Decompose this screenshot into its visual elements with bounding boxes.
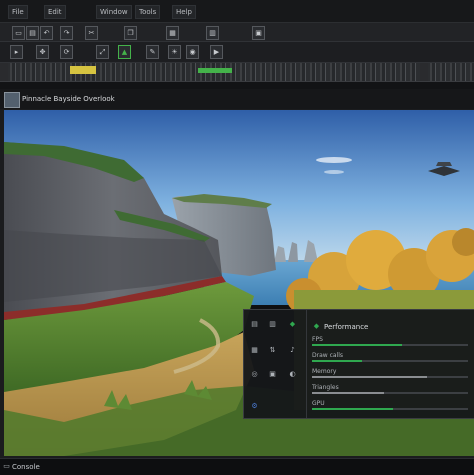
stat-row-triangles: Triangles [312, 384, 472, 398]
terrain-icon[interactable]: ▲ [118, 45, 131, 59]
stat-row-draw-calls: Draw calls [312, 352, 472, 366]
stat-fill [312, 344, 403, 346]
console-tab[interactable]: Console [12, 462, 40, 472]
menu-edit[interactable]: Edit [44, 5, 66, 19]
network-icon[interactable]: ⇅ [268, 346, 277, 355]
settings-icon[interactable]: ⚙ [250, 402, 259, 411]
performance-overlay: ▤ ▥ ◆ ▦ ⇅ ♪ ◎ ▣ ◐ ⚙ ◆ Performance FPS Dr… [243, 309, 474, 419]
stat-label: GPU [312, 400, 325, 407]
overlay-title: Performance [324, 323, 369, 331]
shader-icon[interactable]: ◐ [288, 370, 297, 379]
menu-file[interactable]: File [8, 5, 28, 19]
snap-icon[interactable]: ▣ [252, 26, 265, 40]
move-icon[interactable]: ✥ [36, 45, 49, 59]
stat-track [312, 344, 468, 346]
cut-icon[interactable]: ✂ [85, 26, 98, 40]
timeline-selection[interactable] [70, 66, 96, 74]
save-icon[interactable]: ▭ [12, 26, 25, 40]
paint-icon[interactable]: ✎ [146, 45, 159, 59]
menu-window[interactable]: Window [96, 5, 132, 19]
light-icon[interactable]: ☀ [168, 45, 181, 59]
stat-label: Triangles [312, 384, 339, 391]
viewport-header: Pinnacle Bayside Overlook [0, 89, 474, 109]
scale-icon[interactable]: ⤢ [96, 45, 109, 59]
menu-help[interactable]: Help [172, 5, 196, 19]
menu-tools[interactable]: Tools [135, 5, 161, 19]
stat-fill [312, 392, 384, 394]
paste-icon[interactable]: ▦ [166, 26, 179, 40]
undo-icon[interactable]: ↶ [40, 26, 53, 40]
stat-track [312, 360, 468, 362]
stat-fill [312, 376, 428, 378]
overlay-icon-column: ▤ ▥ ◆ ▦ ⇅ ♪ ◎ ▣ ◐ ⚙ [244, 310, 307, 418]
grid-icon[interactable]: ▥ [206, 26, 219, 40]
bottom-status-bar: ▭ Console [0, 458, 474, 475]
play-icon[interactable]: ▶ [210, 45, 223, 59]
main-toolbar: ▭ ▤ ↶ ↷ ✂ ❐ ▦ ▥ ▣ [0, 23, 474, 42]
stat-label: Draw calls [312, 352, 344, 359]
stat-track [312, 376, 468, 378]
timeline-marker[interactable] [198, 68, 232, 73]
gpu-icon[interactable]: ▥ [268, 320, 277, 329]
stat-fill [312, 360, 362, 362]
stat-label: Memory [312, 368, 337, 375]
fps-icon[interactable]: ◆ [288, 320, 297, 329]
copy-icon[interactable]: ❐ [124, 26, 137, 40]
audio-icon[interactable]: ♪ [288, 346, 297, 355]
stat-track [312, 408, 468, 410]
timeline-label-left [0, 63, 8, 81]
camera-icon[interactable]: ◉ [186, 45, 199, 59]
timeline-label-right [420, 63, 428, 81]
memory-icon[interactable]: ▦ [250, 346, 259, 355]
rotate-icon[interactable]: ⟳ [60, 45, 73, 59]
console-icon[interactable]: ▭ [2, 462, 11, 471]
physics-icon[interactable]: ◎ [250, 370, 259, 379]
timeline-strip[interactable] [0, 63, 474, 82]
secondary-toolbar: ▸ ✥ ⟳ ⤢ ▲ ✎ ☀ ◉ ▶ [0, 42, 474, 63]
menubar: File Edit Window Tools Help [0, 0, 474, 23]
viewport-thumbnail-icon[interactable] [4, 92, 20, 108]
stat-row-memory: Memory [312, 368, 472, 382]
render-icon[interactable]: ▣ [268, 370, 277, 379]
open-icon[interactable]: ▤ [26, 26, 39, 40]
stat-row-fps: FPS [312, 336, 472, 350]
select-icon[interactable]: ▸ [10, 45, 23, 59]
viewport-title: Pinnacle Bayside Overlook [22, 95, 115, 103]
stat-row-gpu: GPU [312, 400, 472, 414]
redo-icon[interactable]: ↷ [60, 26, 73, 40]
stat-label: FPS [312, 336, 323, 343]
panel-divider [0, 82, 474, 89]
stat-fill [312, 408, 394, 410]
cpu-icon[interactable]: ▤ [250, 320, 259, 329]
overlay-title-icon: ◆ [313, 322, 320, 330]
stat-track [312, 392, 468, 394]
